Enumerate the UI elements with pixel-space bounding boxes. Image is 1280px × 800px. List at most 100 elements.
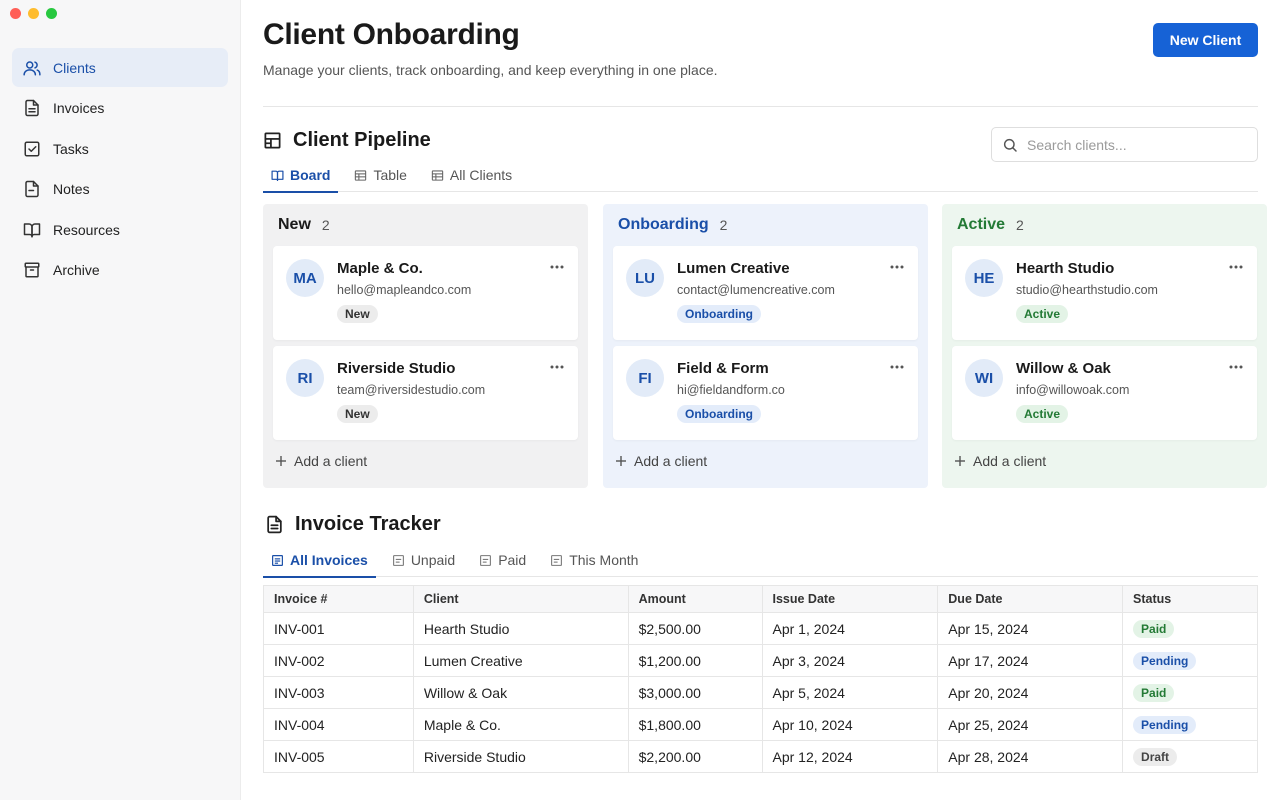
- sidebar-item-invoices[interactable]: Invoices: [12, 89, 228, 128]
- header-divider: [263, 106, 1258, 107]
- list-icon: [550, 554, 563, 567]
- plus-icon: [615, 455, 627, 467]
- window-controls: [10, 8, 57, 19]
- client-name: Maple & Co.: [337, 260, 423, 277]
- table-row[interactable]: INV-004 Maple & Co. $1,800.00 Apr 10, 20…: [263, 708, 1258, 741]
- more-options-icon[interactable]: [1227, 258, 1245, 276]
- more-options-icon[interactable]: [548, 358, 566, 376]
- invoice-status-cell: Paid: [1122, 612, 1258, 645]
- column-header: Active 2: [952, 204, 1257, 246]
- sidebar-item-archive[interactable]: Archive: [12, 251, 228, 290]
- invoice-number: INV-002: [263, 644, 414, 677]
- invoice-amount: $2,500.00: [627, 612, 763, 645]
- add-client-button[interactable]: Add a client: [613, 446, 918, 476]
- invoice-amount: $1,200.00: [627, 644, 763, 677]
- client-card[interactable]: MA Maple & Co. hello@mapleandco.com New: [273, 246, 578, 340]
- invoice-due-date: Apr 17, 2024: [937, 644, 1124, 677]
- sidebar-item-label: Invoices: [53, 100, 105, 117]
- client-email: studio@hearthstudio.com: [1016, 283, 1158, 297]
- column-header[interactable]: Invoice #: [263, 585, 414, 613]
- more-options-icon[interactable]: [548, 258, 566, 276]
- client-card[interactable]: FI Field & Form hi@fieldandform.co Onboa…: [613, 346, 918, 440]
- column-title: New: [278, 216, 311, 233]
- table-icon: [431, 169, 444, 182]
- table-row[interactable]: INV-002 Lumen Creative $1,200.00 Apr 3, …: [263, 644, 1258, 677]
- client-card[interactable]: WI Willow & Oak info@willowoak.com Activ…: [952, 346, 1257, 440]
- pipeline-title: Client Pipeline: [293, 129, 431, 151]
- sidebar-item-resources[interactable]: Resources: [12, 210, 228, 249]
- column-onboarding: Onboarding 2 LU Lumen Creative contact@l…: [603, 204, 928, 488]
- search-icon: [1003, 138, 1017, 152]
- close-window-button[interactable]: [10, 8, 21, 19]
- status-badge: Active: [1016, 405, 1069, 423]
- sidebar-item-label: Tasks: [53, 140, 89, 157]
- column-header[interactable]: Client: [412, 585, 629, 613]
- tab-all-invoices[interactable]: All Invoices: [263, 543, 376, 578]
- more-options-icon[interactable]: [888, 258, 906, 276]
- client-email: team@riversidestudio.com: [337, 383, 486, 397]
- minimize-window-button[interactable]: [28, 8, 39, 19]
- status-badge: Onboarding: [677, 405, 761, 423]
- client-card[interactable]: RI Riverside Studio team@riversidestudio…: [273, 346, 578, 440]
- table-row[interactable]: INV-003 Willow & Oak $3,000.00 Apr 5, 20…: [263, 676, 1258, 709]
- check-square-icon: [22, 139, 42, 159]
- add-client-button[interactable]: Add a client: [273, 446, 578, 476]
- book-icon: [22, 220, 42, 240]
- tab-table[interactable]: Table: [346, 158, 414, 192]
- invoice-due-date: Apr 15, 2024: [937, 612, 1124, 645]
- invoice-tabs: All Invoices Unpaid Paid This Month: [263, 543, 1258, 578]
- column-header[interactable]: Amount: [627, 585, 763, 613]
- users-icon: [22, 58, 42, 78]
- column-header[interactable]: Due Date: [937, 585, 1124, 613]
- invoice-number: INV-004: [263, 708, 414, 741]
- invoice-amount: $2,200.00: [627, 740, 763, 773]
- more-options-icon[interactable]: [888, 358, 906, 376]
- invoice-issue-date: Apr 3, 2024: [761, 644, 939, 677]
- status-badge: Draft: [1133, 747, 1178, 766]
- column-header[interactable]: Issue Date: [761, 585, 939, 613]
- sidebar-item-notes[interactable]: Notes: [12, 170, 228, 209]
- invoice-amount: $1,800.00: [627, 708, 763, 741]
- tab-all-clients[interactable]: All Clients: [423, 158, 520, 192]
- archive-icon: [22, 260, 42, 280]
- invoice-number: INV-005: [263, 740, 414, 773]
- column-header[interactable]: Status: [1122, 585, 1258, 613]
- status-badge: Pending: [1133, 651, 1197, 670]
- sidebar-item-tasks[interactable]: Tasks: [12, 129, 228, 168]
- list-icon: [271, 554, 284, 567]
- list-icon: [479, 554, 492, 567]
- tab-board[interactable]: Board: [263, 158, 339, 193]
- layout-grid-icon: [263, 131, 283, 151]
- new-client-button[interactable]: New Client: [1153, 23, 1258, 57]
- client-card[interactable]: HE Hearth Studio studio@hearthstudio.com…: [952, 246, 1257, 340]
- invoice-number: INV-001: [263, 612, 414, 645]
- plus-icon: [954, 455, 966, 467]
- zoom-window-button[interactable]: [46, 8, 57, 19]
- client-card[interactable]: LU Lumen Creative contact@lumencreative.…: [613, 246, 918, 340]
- client-email: hi@fieldandform.co: [677, 383, 785, 397]
- search-input[interactable]: [1027, 136, 1247, 153]
- pipeline-board: New 2 MA Maple & Co. hello@mapleandco.co…: [263, 204, 1267, 488]
- add-client-label: Add a client: [294, 453, 368, 469]
- more-options-icon[interactable]: [1227, 358, 1245, 376]
- tab-this-month[interactable]: This Month: [542, 543, 646, 577]
- invoice-client: Riverside Studio: [412, 740, 629, 773]
- sidebar-item-label: Resources: [53, 221, 120, 238]
- tab-unpaid[interactable]: Unpaid: [384, 543, 463, 577]
- pipeline-tabs: Board Table All Clients: [263, 158, 1258, 193]
- client-email: info@willowoak.com: [1016, 383, 1130, 397]
- sidebar-item-clients[interactable]: Clients: [12, 48, 228, 87]
- tab-label: Board: [290, 167, 331, 183]
- client-email: hello@mapleandco.com: [337, 283, 472, 297]
- avatar: LU: [626, 259, 664, 297]
- client-name: Lumen Creative: [677, 260, 790, 277]
- status-badge: Onboarding: [677, 305, 761, 323]
- table-row[interactable]: INV-001 Hearth Studio $2,500.00 Apr 1, 2…: [263, 612, 1258, 645]
- tab-label: Paid: [498, 552, 527, 568]
- table-row[interactable]: INV-005 Riverside Studio $2,200.00 Apr 1…: [263, 740, 1258, 773]
- add-client-button[interactable]: Add a client: [952, 446, 1257, 476]
- client-search[interactable]: [991, 127, 1258, 162]
- tab-paid[interactable]: Paid: [471, 543, 534, 577]
- column-count: 2: [1016, 217, 1024, 233]
- client-name: Field & Form: [677, 360, 769, 377]
